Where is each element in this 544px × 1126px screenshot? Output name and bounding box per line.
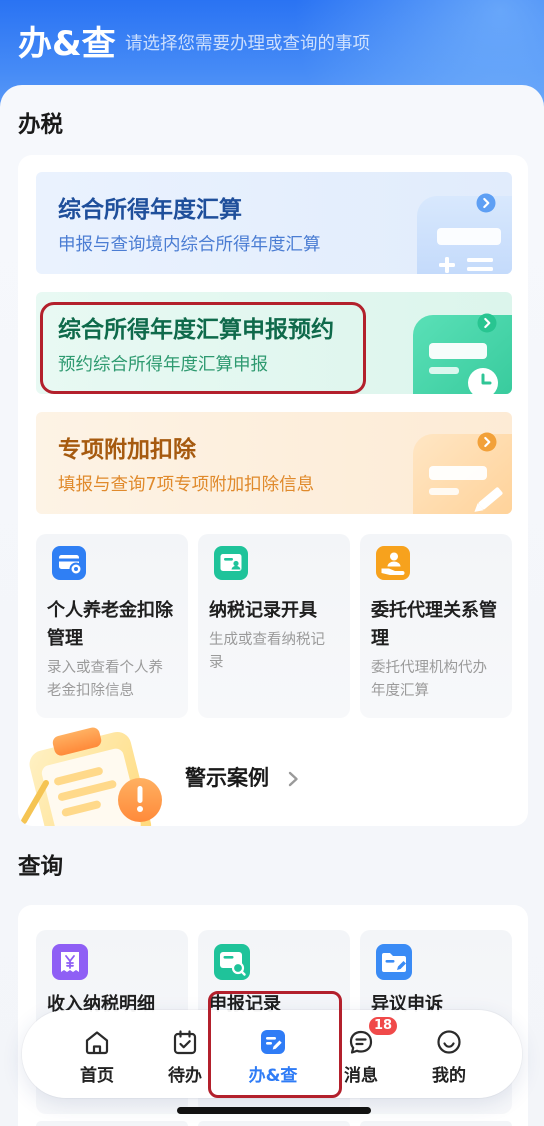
home-icon: [85, 1031, 109, 1055]
appointment-clock-illustration: [413, 315, 512, 394]
tab-handle-query[interactable]: 办&查: [229, 1010, 317, 1098]
banner-settlement-appointment[interactable]: 综合所得年度汇算申报预约 预约综合所得年度汇算申报: [36, 292, 512, 394]
bottom-tab-bar: 首页 待办 办&查 18 消息 我的: [22, 1010, 522, 1098]
banner-subtitle: 预约综合所得年度汇算申报: [58, 355, 268, 375]
service-agent-relation[interactable]: 委托代理关系管理 委托代理机构代办年度汇算: [360, 534, 512, 718]
handle-query-icon: [261, 1030, 285, 1054]
service-title: 委托代理关系管理: [371, 600, 497, 649]
tab-messages[interactable]: 18 消息: [317, 1010, 405, 1098]
tax-card: 综合所得年度汇算 申报与查询境内综合所得年度汇算 综合所得年度汇算申报预约 预约…: [18, 155, 528, 826]
chevron-right-icon: [476, 193, 496, 213]
todo-calendar-icon: [173, 1030, 197, 1055]
banner-annual-settlement[interactable]: 综合所得年度汇算 申报与查询境内综合所得年度汇算: [36, 172, 512, 274]
service-card-partial: [360, 1121, 512, 1126]
service-desc: 录入或查看个人养老金扣除信息: [47, 660, 163, 699]
warning-clipboard-illustration: [21, 727, 162, 826]
tab-label: 待办: [168, 1066, 202, 1086]
section-heading-query: 查询: [18, 854, 64, 880]
appeal-folder-icon: [376, 944, 412, 980]
banner-subtitle: 填报与查询7项专项附加扣除信息: [58, 475, 315, 495]
service-body: 纳税记录开具 生成或查看纳税记录: [209, 597, 341, 675]
tab-label: 我的: [432, 1066, 466, 1086]
chevron-right-icon: [288, 771, 298, 787]
section-heading-tax: 办税: [18, 112, 64, 138]
service-pension-deduction[interactable]: 个人养老金扣除管理 录入或查看个人养老金扣除信息: [36, 534, 188, 718]
banner-title: 综合所得年度汇算: [58, 197, 242, 223]
page-subtitle: 请选择您需要办理或查询的事项: [125, 34, 370, 54]
chevron-right-icon: [477, 313, 497, 333]
pension-card-icon: [52, 546, 86, 580]
profile-smile-icon: [437, 1030, 461, 1054]
banner-special-deduction[interactable]: 专项附加扣除 填报与查询7项专项附加扣除信息: [36, 412, 512, 514]
service-body: 委托代理关系管理 委托代理机构代办年度汇算: [371, 597, 503, 703]
tab-label: 办&查: [248, 1066, 298, 1086]
banner-title: 综合所得年度汇算申报预约: [58, 317, 334, 343]
home-indicator: [177, 1107, 371, 1114]
service-desc: 生成或查看纳税记录: [209, 632, 325, 671]
service-card-partial: [36, 1121, 188, 1126]
agent-hand-icon: [376, 546, 410, 580]
service-title: 纳税记录开具: [209, 600, 317, 621]
banner-subtitle: 申报与查询境内综合所得年度汇算: [58, 235, 321, 255]
chevron-right-icon: [477, 432, 497, 452]
service-body: 个人养老金扣除管理 录入或查看个人养老金扣除信息: [47, 597, 179, 703]
service-card-partial: [198, 1121, 350, 1126]
calculator-illustration: [417, 196, 512, 274]
tab-todo[interactable]: 待办: [141, 1010, 229, 1098]
page-title: 办&查: [18, 24, 116, 64]
service-title: 个人养老金扣除管理: [47, 600, 173, 649]
warning-cases-entry[interactable]: 警示案例: [18, 720, 528, 826]
form-pencil-illustration: [413, 434, 512, 514]
warning-cases-label: 警示案例: [185, 766, 269, 790]
service-desc: 委托代理机构代办年度汇算: [371, 660, 487, 699]
service-tax-record[interactable]: 纳税记录开具 生成或查看纳税记录: [198, 534, 350, 718]
unread-count-badge: 18: [367, 1015, 400, 1037]
tab-label: 首页: [80, 1066, 114, 1086]
declaration-search-icon: [214, 944, 250, 980]
income-receipt-icon: [52, 944, 88, 980]
tab-mine[interactable]: 我的: [405, 1010, 493, 1098]
tax-record-icon: [214, 546, 248, 580]
tab-home[interactable]: 首页: [53, 1010, 141, 1098]
tab-label: 消息: [344, 1066, 378, 1086]
banner-title: 专项附加扣除: [58, 437, 196, 463]
